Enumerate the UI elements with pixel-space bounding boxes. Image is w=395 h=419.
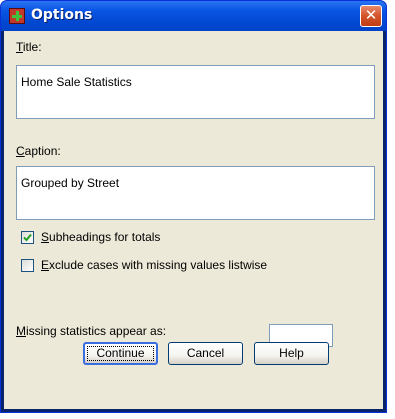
caption-label: Caption:	[16, 144, 61, 158]
cancel-button[interactable]: Cancel	[168, 342, 243, 365]
title-bar[interactable]: Options ✕	[1, 1, 386, 31]
missing-stats-label: Missing statistics appear as:	[16, 324, 167, 338]
window-title: Options	[31, 7, 93, 23]
help-button[interactable]: Help	[254, 342, 329, 365]
checkmark-icon	[23, 233, 32, 242]
exclude-cases-checkbox[interactable]	[21, 259, 34, 272]
title-field[interactable]: Home Sale Statistics	[16, 65, 375, 119]
spss-app-icon	[9, 8, 25, 24]
dialog-body: Title: Home Sale Statistics Caption: Gro…	[4, 31, 383, 409]
exclude-cases-label: Exclude cases with missing values listwi…	[41, 258, 268, 272]
continue-button[interactable]: Continue	[83, 342, 158, 365]
subheadings-checkbox[interactable]	[21, 231, 34, 244]
title-label: Title:	[16, 40, 42, 54]
caption-field[interactable]: Grouped by Street	[16, 166, 375, 220]
options-dialog: Options ✕ Title: Home Sale Statistics Ca…	[0, 0, 387, 413]
close-button[interactable]: ✕	[360, 5, 382, 27]
subheadings-label: Subheadings for totals	[41, 230, 161, 244]
